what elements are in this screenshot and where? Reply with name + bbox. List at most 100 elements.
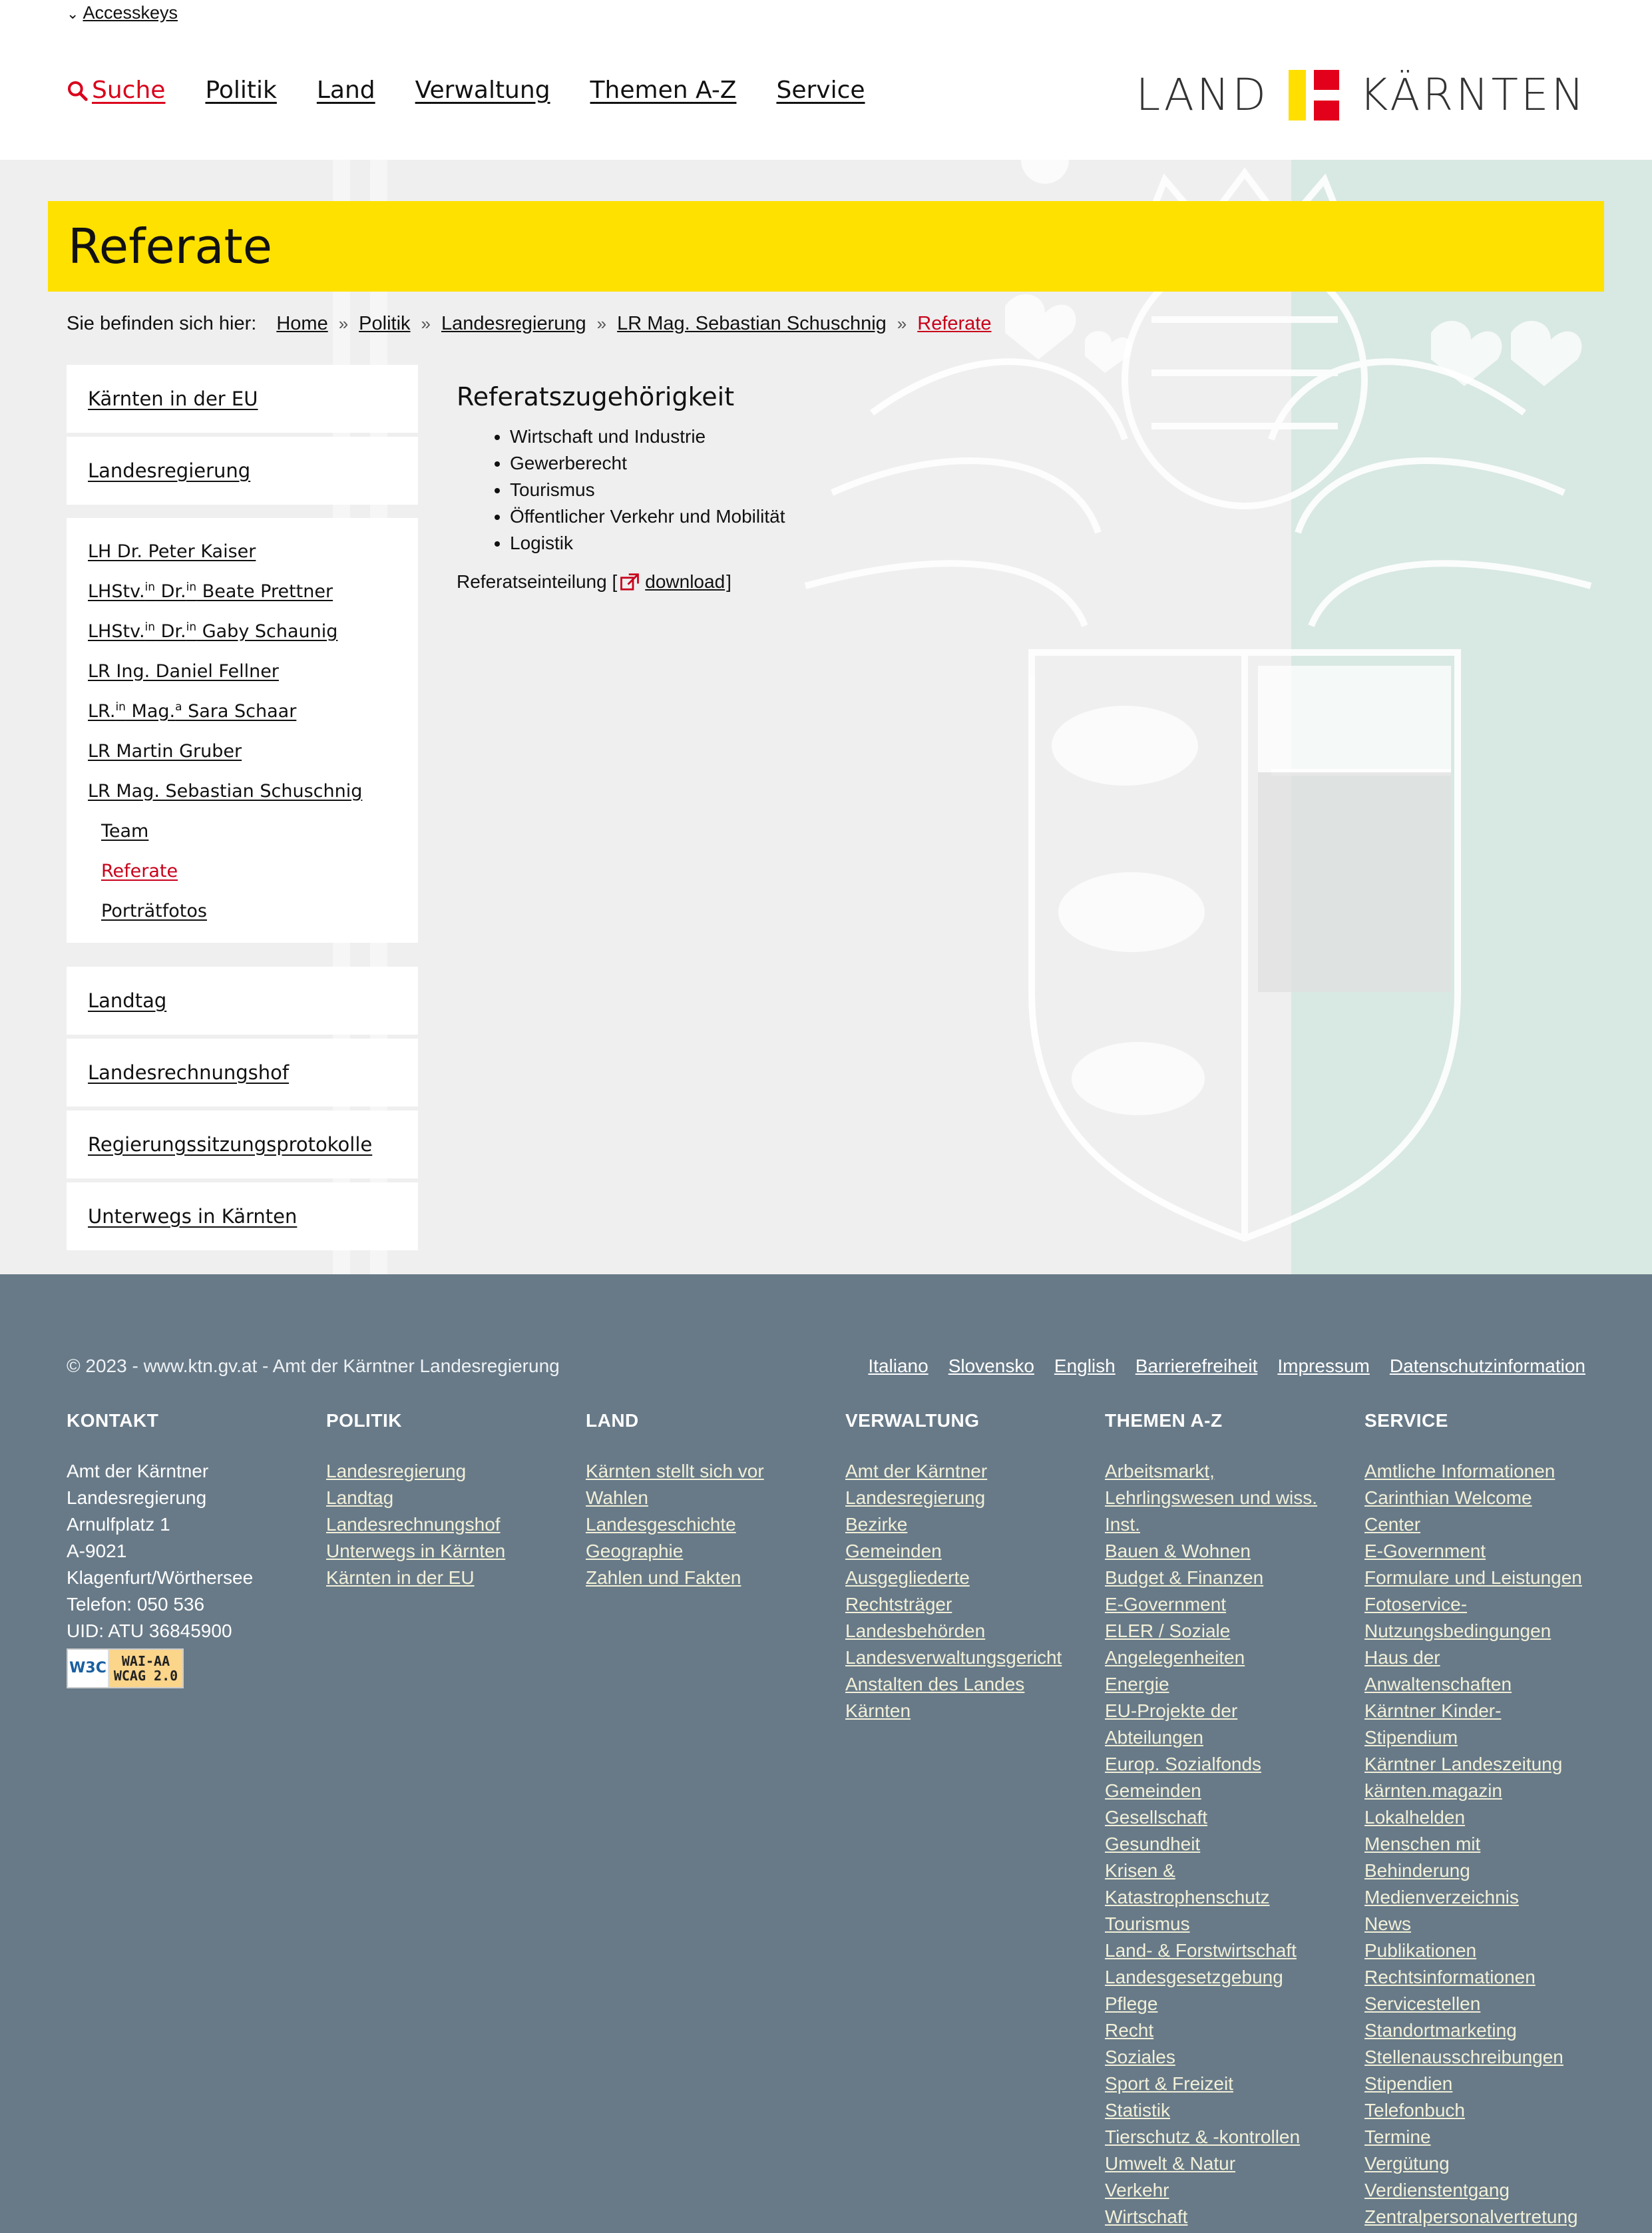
footer-link[interactable]: Servicestellen (1364, 1991, 1591, 2017)
download-link[interactable]: download (645, 571, 725, 593)
footer-link[interactable]: Pflege (1105, 1991, 1331, 2017)
footer-link[interactable]: Tierschutz & -kontrollen (1105, 2124, 1331, 2150)
footer-link[interactable]: Anstalten des Landes Kärnten (845, 1671, 1072, 1724)
nav-service[interactable]: Service (776, 77, 865, 104)
land-kaernten-logo[interactable]: LAND KÄRNTEN (1136, 69, 1587, 121)
footer-link-english[interactable]: English (1054, 1356, 1116, 1377)
footer-link[interactable]: Europ. Sozialfonds (1105, 1751, 1331, 1778)
sidebar-item-unterwegs-in-kaernten[interactable]: Unterwegs in Kärnten (67, 1182, 418, 1250)
footer-link[interactable]: kärnten.magazin (1364, 1778, 1591, 1804)
footer-link[interactable]: Gemeinden (845, 1538, 1072, 1565)
footer-link[interactable]: Stellenausschreibungen (1364, 2044, 1591, 2071)
footer-link[interactable]: Gesellschaft (1105, 1804, 1331, 1831)
footer-link[interactable]: Fotoservice-Nutzungsbedingungen (1364, 1591, 1591, 1644)
footer-link[interactable]: Carinthian Welcome Center (1364, 1485, 1591, 1538)
footer-link[interactable]: Ausgegliederte Rechtsträger (845, 1565, 1072, 1618)
footer-link[interactable]: Bezirke (845, 1511, 1072, 1538)
sidebar-item-prettner[interactable]: LHStv.in Dr.in Beate Prettner (67, 571, 418, 611)
footer-link[interactable]: Gemeinden (1105, 1778, 1331, 1804)
nav-search[interactable]: Suche (67, 77, 165, 104)
footer-link[interactable]: Rechtsinformationen (1364, 1964, 1591, 1991)
sidebar-item-kaernten-in-der-eu[interactable]: Kärnten in der EU (67, 365, 418, 433)
footer-link[interactable]: Landesgesetzgebung (1105, 1964, 1331, 1991)
footer-link[interactable]: Geographie (586, 1538, 839, 1565)
footer-link[interactable]: Umwelt & Natur (1105, 2150, 1331, 2177)
footer-link[interactable]: Kärntner Kinder-Stipendium (1364, 1698, 1591, 1751)
footer-link[interactable]: Soziales (1105, 2044, 1331, 2071)
footer-link[interactable]: Haus der Anwaltenschaften (1364, 1644, 1591, 1698)
footer-link[interactable]: Budget & Finanzen (1105, 1565, 1331, 1591)
footer-link[interactable]: Zahlen und Fakten (586, 1565, 839, 1591)
footer-link[interactable]: Landesrechnungshof (326, 1511, 579, 1538)
nav-themen-a-z[interactable]: Themen A-Z (590, 77, 737, 104)
footer-link[interactable]: Unterwegs in Kärnten (326, 1538, 579, 1565)
sidebar-item-landtag[interactable]: Landtag (67, 967, 418, 1035)
nav-verwaltung[interactable]: Verwaltung (415, 77, 550, 104)
sidebar-item-landesrechnungshof[interactable]: Landesrechnungshof (67, 1039, 418, 1107)
footer-link[interactable]: Stipendien (1364, 2071, 1591, 2097)
sidebar-item-schaunig[interactable]: LHStv.in Dr.in Gaby Schaunig (67, 611, 418, 651)
sidebar-item-schuschnig[interactable]: LR Mag. Sebastian Schuschnig (67, 771, 418, 811)
footer-link[interactable]: Kärntner Landeszeitung (1364, 1751, 1591, 1778)
footer-link[interactable]: Landesverwaltungsgericht (845, 1644, 1072, 1671)
footer-link[interactable]: Landesbehörden (845, 1618, 1072, 1644)
wcag-badge[interactable]: W3C WAI-AA WCAG 2.0 (67, 1648, 184, 1688)
footer-link-barrierefreiheit[interactable]: Barrierefreiheit (1136, 1356, 1258, 1377)
footer-link[interactable]: Zentralpersonalvertretung (1364, 2204, 1591, 2230)
footer-link[interactable]: Termine (1364, 2124, 1591, 2150)
footer-link[interactable]: Standortmarketing (1364, 2017, 1591, 2044)
footer-link[interactable]: Sport & Freizeit (1105, 2071, 1331, 2097)
sidebar-item-fellner[interactable]: LR Ing. Daniel Fellner (67, 651, 418, 691)
footer-link[interactable]: Wirtschaft (1105, 2204, 1331, 2230)
footer-link[interactable]: Medienverzeichnis (1364, 1884, 1591, 1911)
footer-link[interactable]: Bauen & Wohnen (1105, 1538, 1331, 1565)
accesskeys-link[interactable]: ⌄ Accesskeys (67, 3, 178, 23)
footer-link[interactable]: Landesregierung (326, 1458, 579, 1485)
sidebar-item-kaiser[interactable]: LH Dr. Peter Kaiser (67, 531, 418, 571)
sidebar-item-regierungssitzungsprotokolle[interactable]: Regierungssitzungsprotokolle (67, 1111, 418, 1178)
breadcrumb-schuschnig[interactable]: LR Mag. Sebastian Schuschnig (617, 313, 887, 335)
footer-link[interactable]: Lokalhelden (1364, 1804, 1591, 1831)
sidebar-item-team[interactable]: Team (67, 811, 418, 851)
sidebar-item-landesregierung[interactable]: Landesregierung (67, 437, 418, 505)
footer-link[interactable]: Wahlen (586, 1485, 839, 1511)
footer-link[interactable]: Verdienstentgang (1364, 2177, 1591, 2204)
footer-link[interactable]: Recht (1105, 2017, 1331, 2044)
sidebar-item-portraetfotos[interactable]: Porträtfotos (67, 891, 418, 931)
footer-link[interactable]: Amtliche Informationen (1364, 1458, 1591, 1485)
footer-link[interactable]: Vergütung (1364, 2150, 1591, 2177)
footer-link[interactable]: Verkehr (1105, 2177, 1331, 2204)
breadcrumb-referate[interactable]: Referate (917, 313, 991, 335)
footer-link[interactable]: Amt der Kärntner Landesregierung (845, 1458, 1072, 1511)
footer-link[interactable]: Formulare und Leistungen (1364, 1565, 1591, 1591)
footer-link[interactable]: Gesundheit (1105, 1831, 1331, 1858)
footer-link[interactable]: Telefonbuch (1364, 2097, 1591, 2124)
footer-link[interactable]: E-Government (1364, 1538, 1591, 1565)
footer-link[interactable]: Krisen & Katastrophenschutz (1105, 1858, 1331, 1911)
footer-link[interactable]: Kärnten in der EU (326, 1565, 579, 1591)
footer-link[interactable]: EU-Projekte der Abteilungen (1105, 1698, 1331, 1751)
footer-link[interactable]: Menschen mit Behinderung (1364, 1831, 1591, 1884)
footer-link[interactable]: Land- & Forstwirtschaft (1105, 1937, 1331, 1964)
footer-link[interactable]: Landtag (326, 1485, 579, 1511)
footer-link-slovensko[interactable]: Slovensko (948, 1356, 1034, 1377)
footer-link[interactable]: Kärnten stellt sich vor (586, 1458, 839, 1485)
footer-link[interactable]: News (1364, 1911, 1591, 1937)
footer-link[interactable]: E-Government (1105, 1591, 1331, 1618)
breadcrumb-home[interactable]: Home (276, 313, 327, 335)
breadcrumb-landesregierung[interactable]: Landesregierung (441, 313, 586, 335)
footer-link-italiano[interactable]: Italiano (868, 1356, 928, 1377)
sidebar-item-gruber[interactable]: LR Martin Gruber (67, 731, 418, 771)
nav-politik[interactable]: Politik (205, 77, 276, 104)
footer-link[interactable]: Publikationen (1364, 1937, 1591, 1964)
sidebar-item-referate[interactable]: Referate (67, 851, 418, 891)
breadcrumb-politik[interactable]: Politik (359, 313, 410, 335)
footer-link[interactable]: Tourismus (1105, 1911, 1331, 1937)
footer-link[interactable]: Landesgeschichte (586, 1511, 839, 1538)
footer-link[interactable]: Energie (1105, 1671, 1331, 1698)
footer-link[interactable]: ELER / Soziale Angelegenheiten (1105, 1618, 1331, 1671)
footer-link-datenschutz[interactable]: Datenschutzinformation (1390, 1356, 1585, 1377)
footer-link-impressum[interactable]: Impressum (1277, 1356, 1369, 1377)
footer-link[interactable]: Statistik (1105, 2097, 1331, 2124)
sidebar-item-schaar[interactable]: LR.in Mag.a Sara Schaar (67, 691, 418, 731)
